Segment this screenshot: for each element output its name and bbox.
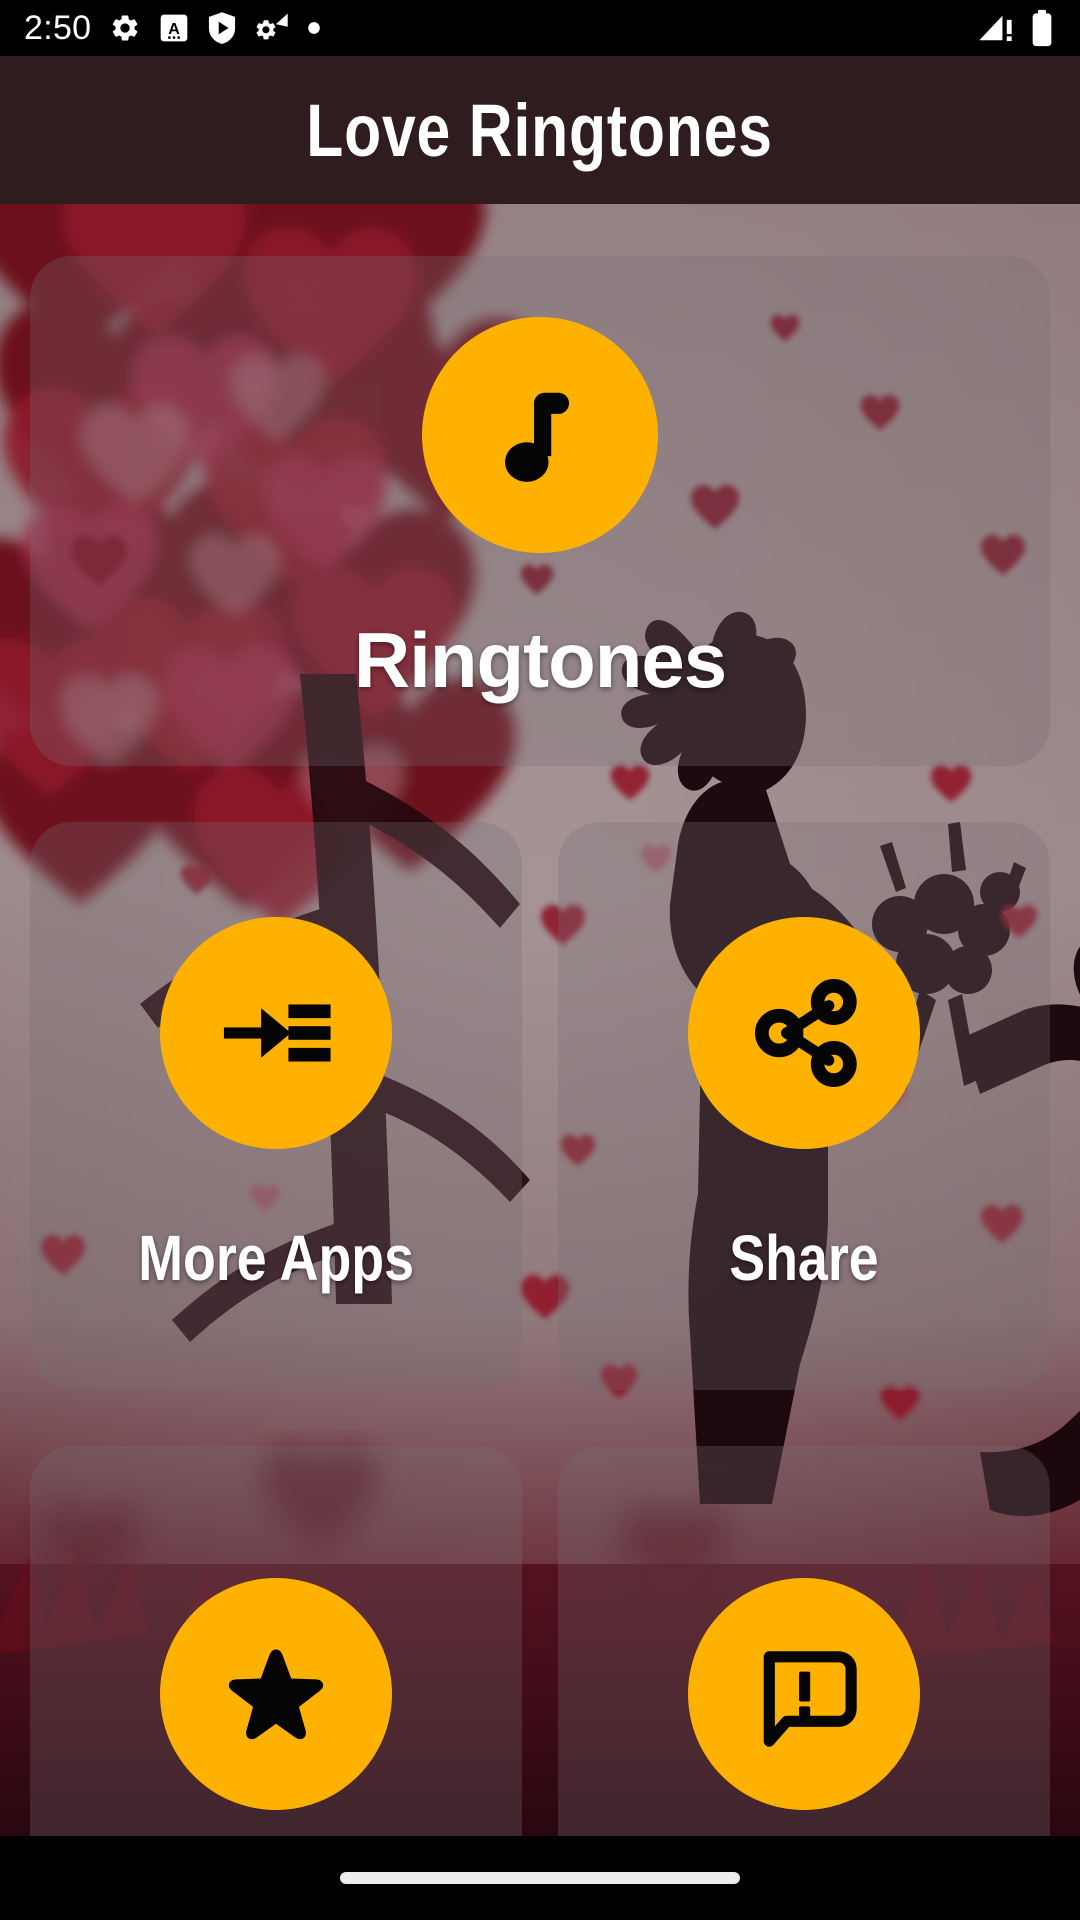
menu-tile-label-more-apps: More Apps <box>138 1222 414 1294</box>
battery-full-icon <box>1030 9 1054 47</box>
status-bar-left-group: 2:50 A <box>0 11 321 45</box>
page-title: Love Ringtones <box>306 88 774 172</box>
star-icon <box>160 1578 392 1810</box>
cellular-signal-alert-icon <box>978 11 1016 45</box>
menu-grid: Ringtones More Apps Share <box>0 204 1080 1920</box>
menu-tile-ringtones[interactable]: Ringtones <box>30 256 1050 766</box>
status-clock: 2:50 <box>24 9 92 47</box>
menu-tile-label-ringtones: Ringtones <box>353 615 727 704</box>
more-apps-icon <box>160 917 392 1149</box>
status-bar: 2:50 A <box>0 0 1080 56</box>
menu-tile-label-share: Share <box>729 1222 879 1294</box>
music-note-icon <box>422 316 658 553</box>
status-bar-right-group <box>978 9 1080 47</box>
text-a-badge-icon: A <box>159 12 189 44</box>
settings-gear-icon <box>109 12 141 44</box>
shield-play-icon <box>207 11 237 45</box>
home-indicator[interactable] <box>340 1872 740 1884</box>
menu-tile-share[interactable]: Share <box>558 822 1050 1390</box>
gear-wifi-icon <box>255 12 289 44</box>
menu-row-1: More Apps Share <box>30 822 1050 1390</box>
share-icon <box>688 917 920 1149</box>
dot-indicator-icon <box>307 21 321 35</box>
system-navigation-bar <box>0 1836 1080 1920</box>
svg-text:A: A <box>169 21 181 38</box>
menu-tile-more-apps[interactable]: More Apps <box>30 822 522 1390</box>
feedback-icon <box>688 1578 920 1810</box>
app-screen: 2:50 A Love Ringtones Ringtones More App… <box>0 0 1080 1920</box>
app-bar: Love Ringtones <box>0 56 1080 204</box>
